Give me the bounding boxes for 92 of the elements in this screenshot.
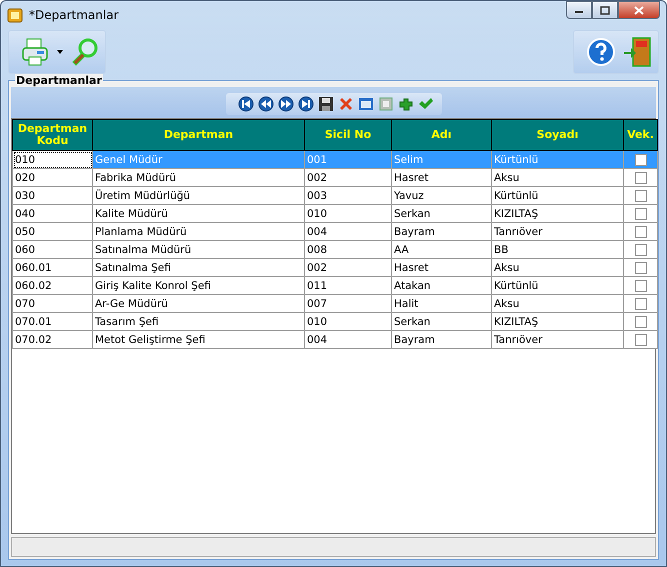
table-cell: 010 [304, 204, 392, 222]
dropdown-caret-icon[interactable] [57, 50, 63, 54]
table-cell: 020 [12, 168, 92, 186]
checkbox[interactable] [634, 208, 646, 220]
next-record-icon[interactable] [278, 96, 294, 112]
table-cell: Tasarım Şefi [92, 312, 304, 330]
table-cell: Aksu [492, 258, 624, 276]
table-cell: Bayram [392, 222, 492, 240]
checkbox[interactable] [634, 334, 646, 346]
table-cell: Satınalma Müdürü [92, 240, 304, 258]
column-header[interactable]: Sicil No [304, 120, 392, 150]
table-cell: BB [492, 240, 624, 258]
close-button[interactable] [618, 1, 660, 19]
table-cell: 001 [304, 150, 392, 168]
close-icon [634, 6, 644, 14]
table-cell: Kalite Müdürü [92, 204, 304, 222]
checkbox[interactable] [634, 226, 646, 238]
table-cell: 002 [304, 168, 392, 186]
maximize-button[interactable] [592, 1, 618, 19]
table-cell: Giriş Kalite Konrol Şefi [92, 276, 304, 294]
table-cell: Fabrika Müdürü [92, 168, 304, 186]
table-cell: Serkan [392, 204, 492, 222]
table-cell: Hasret [392, 258, 492, 276]
table-cell: Üretim Müdürlüğü [92, 186, 304, 204]
table-cell: 010 [12, 150, 92, 168]
table-cell: 003 [304, 186, 392, 204]
table-cell: Kürtünlü [492, 186, 624, 204]
table-cell: Aksu [492, 294, 624, 312]
column-header[interactable]: Vek. [624, 120, 658, 150]
checkbox[interactable] [634, 298, 646, 310]
table-cell: Tanrıöver [492, 222, 624, 240]
checkbox[interactable] [634, 316, 646, 328]
table-cell: Ar-Ge Müdürü [92, 294, 304, 312]
column-header[interactable]: Soyadı [492, 120, 624, 150]
checkbox[interactable] [634, 190, 646, 202]
maximize-icon [600, 6, 610, 14]
table-cell: KIZILTAŞ [492, 204, 624, 222]
column-header[interactable]: Departman [92, 120, 304, 150]
table-cell: 004 [304, 330, 392, 348]
table-cell: 060 [12, 240, 92, 258]
table-cell: 030 [12, 186, 92, 204]
table-cell: Hasret [392, 168, 492, 186]
table-cell: 002 [304, 258, 392, 276]
table-cell: Metot Geliştirme Şefi [92, 330, 304, 348]
table-cell: AA [392, 240, 492, 258]
checkbox[interactable] [634, 280, 646, 292]
exit-door-icon[interactable] [622, 36, 652, 68]
group-title: Departmanlar [15, 74, 103, 87]
table-cell: Bayram [392, 330, 492, 348]
document-icon[interactable] [378, 96, 394, 112]
help-icon[interactable] [586, 36, 616, 66]
printer-icon[interactable] [21, 36, 51, 66]
checkbox[interactable] [634, 244, 646, 256]
checkmark-icon[interactable] [418, 96, 434, 112]
checkbox[interactable] [634, 172, 646, 184]
last-record-icon[interactable] [298, 96, 314, 112]
save-icon[interactable] [318, 96, 334, 112]
table-cell: 060.02 [12, 276, 92, 294]
table-cell: KIZILTAŞ [492, 312, 624, 330]
table-cell: 004 [304, 222, 392, 240]
table-cell: 010 [304, 312, 392, 330]
window-title: *Departmanlar [29, 8, 120, 22]
minimize-button[interactable] [566, 1, 592, 19]
table-cell: 011 [304, 276, 392, 294]
table-cell: Halit [392, 294, 492, 312]
table-cell: Satınalma Şefi [92, 258, 304, 276]
checkbox[interactable] [634, 262, 646, 274]
form-icon[interactable] [358, 96, 374, 112]
table-cell: Tanrıöver [492, 330, 624, 348]
table-cell: 070 [12, 294, 92, 312]
table-cell: 040 [12, 204, 92, 222]
table-cell: 008 [304, 240, 392, 258]
previous-record-icon[interactable] [258, 96, 274, 112]
table-cell: Selim [392, 150, 492, 168]
table-cell: Atakan [392, 276, 492, 294]
column-header[interactable]: Departman Kodu [12, 120, 92, 150]
table-cell: Kürtünlü [492, 276, 624, 294]
table-cell: Yavuz [392, 186, 492, 204]
first-record-icon[interactable] [238, 96, 254, 112]
table-cell: Genel Müdür [92, 150, 304, 168]
table-cell: 007 [304, 294, 392, 312]
table-cell: Serkan [392, 312, 492, 330]
checkbox[interactable] [634, 154, 646, 166]
table-cell: Kürtünlü [492, 150, 624, 168]
app-icon [7, 7, 23, 23]
table-cell: 070.02 [12, 330, 92, 348]
table-cell: 060.01 [12, 258, 92, 276]
table-cell: Aksu [492, 168, 624, 186]
table-cell: Planlama Müdürü [92, 222, 304, 240]
table-cell: 050 [12, 222, 92, 240]
column-header[interactable]: Adı [392, 120, 492, 150]
table-cell: 070.01 [12, 312, 92, 330]
